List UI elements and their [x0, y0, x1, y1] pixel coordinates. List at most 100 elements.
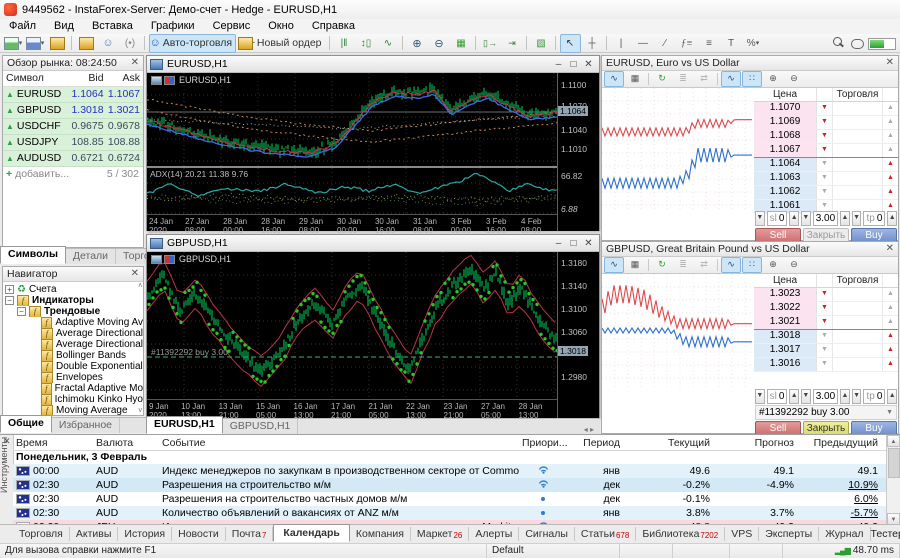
calendar-scrollbar[interactable]: ▲ ▼	[886, 435, 900, 525]
tree-item-indicator[interactable]: fEnvelopes	[5, 372, 143, 383]
text-tool-button[interactable]: T	[721, 34, 742, 53]
bottom-tab-assets[interactable]: Активы	[70, 527, 119, 541]
close-icon[interactable]: ✕	[581, 238, 596, 249]
sl-down-button[interactable]: ▼	[755, 389, 765, 404]
tree-item-indicator[interactable]: fFractal Adaptive Mo	[5, 383, 143, 394]
bid-row[interactable]: 1.1064▼▲	[754, 158, 898, 172]
bottom-tab-news[interactable]: Новости	[172, 527, 226, 541]
scroll-up-icon[interactable]: ▲	[887, 435, 900, 447]
tree-item-indicator[interactable]: fBollinger Bands	[5, 350, 143, 361]
sl-field[interactable]: sl0	[767, 389, 788, 404]
bid-row[interactable]: 1.1063▼▲	[754, 172, 898, 186]
collapse-icon[interactable]: −	[17, 307, 26, 316]
auto-trading-button[interactable]: ☺Авто-торговля	[149, 34, 237, 53]
orders-button[interactable]: ⇄	[694, 71, 714, 87]
scroll-thumb[interactable]	[888, 448, 900, 478]
history-center-button[interactable]	[47, 34, 68, 53]
close-icon[interactable]: ✕	[581, 59, 596, 70]
up-chevron-icon[interactable]: ▲	[883, 130, 898, 143]
close-icon[interactable]: ✕	[131, 56, 139, 70]
bottom-tab-market[interactable]: Маркет26	[411, 527, 469, 541]
buy-chevron-icon[interactable]: ▲	[883, 344, 898, 357]
table-mode-button[interactable]: ▦	[625, 257, 645, 273]
eurusd-tick-chart[interactable]	[602, 88, 754, 210]
gbpusd-tick-chart[interactable]	[602, 274, 754, 387]
payments-button[interactable]	[76, 34, 97, 53]
tab-favorites[interactable]: Избранное	[52, 418, 120, 433]
market-watch-row-usdchf[interactable]: ▲USDCHF 0.9675 0.9678	[3, 119, 143, 135]
zoom-in-button[interactable]: ⊕	[763, 71, 783, 87]
bar-chart-button[interactable]: |‖	[334, 34, 355, 53]
collapse-icon[interactable]: −	[5, 296, 14, 305]
bottom-tab-experts[interactable]: Эксперты	[759, 527, 819, 541]
ask-row[interactable]: 1.1068▼▲	[754, 130, 898, 144]
depth-button[interactable]: ≣	[673, 257, 693, 273]
maximize-icon[interactable]: □	[566, 59, 581, 70]
bottom-tab-codebase[interactable]: Библиотека7202	[636, 527, 725, 541]
up-chevron-icon[interactable]: ▲	[883, 288, 898, 301]
sounds-button[interactable]: (•)	[120, 34, 141, 53]
market-watch-row-audusd[interactable]: ▲AUDUSD 0.6721 0.6724	[3, 151, 143, 167]
calendar-row[interactable]: 02:30 AUD Разрешения на строительство м/…	[13, 478, 886, 492]
strategy-tester-label[interactable]: Тестер стратегий	[871, 528, 900, 540]
trade-cell[interactable]	[833, 158, 883, 171]
menu-charts[interactable]: Графики	[142, 19, 204, 34]
bottom-tab-company[interactable]: Компания	[350, 527, 411, 541]
tree-item-indicator[interactable]: fIchimoku Kinko Hyo	[5, 394, 143, 405]
orders-button[interactable]: ⇄	[694, 257, 714, 273]
col-event[interactable]: Событие	[159, 436, 519, 450]
close-icon[interactable]: ✕	[131, 267, 139, 281]
trade-cell[interactable]	[833, 316, 883, 329]
refresh-button[interactable]: ↻	[652, 257, 672, 273]
down-chevron-icon[interactable]: ▼	[817, 172, 833, 185]
tp-up-button[interactable]: ▲	[887, 389, 897, 404]
menu-help[interactable]: Справка	[303, 19, 364, 34]
trade-cell[interactable]	[833, 302, 883, 315]
volume-down-button[interactable]: ▼	[801, 389, 811, 404]
bottom-tab-articles[interactable]: Статьи678	[575, 527, 636, 541]
col-forecast[interactable]: Прогноз	[713, 436, 797, 450]
tick-chart-button[interactable]: ∿	[721, 257, 741, 273]
tree-item-indicator[interactable]: fAverage Directional	[5, 339, 143, 350]
sell-chevron-icon[interactable]: ▼	[817, 116, 833, 129]
chat-button[interactable]	[851, 39, 864, 52]
table-mode-button[interactable]: ▦	[625, 71, 645, 87]
line-chart-button[interactable]: ∿	[378, 34, 399, 53]
tick-chart-button[interactable]: ∿	[721, 71, 741, 87]
bottom-tab-calendar[interactable]: Календарь	[273, 524, 349, 542]
crosshair-button[interactable]: ┼	[582, 34, 603, 53]
volume-down-button[interactable]: ▼	[801, 211, 811, 226]
tree-item-indicator[interactable]: fAverage Directional	[5, 328, 143, 339]
sell-chevron-icon[interactable]: ▼	[817, 302, 833, 315]
trade-cell[interactable]	[833, 186, 883, 199]
refresh-button[interactable]: ↻	[652, 71, 672, 87]
col-time[interactable]: Время	[13, 436, 93, 450]
menu-window[interactable]: Окно	[259, 19, 303, 34]
col-actual[interactable]: Текущий	[623, 436, 713, 450]
down-chevron-icon[interactable]: ▼	[817, 358, 833, 371]
sl-down-button[interactable]: ▼	[755, 211, 765, 226]
market-watch-row-gbpusd[interactable]: ▲GBPUSD 1.3018 1.3021	[3, 103, 143, 119]
volume-up-button[interactable]: ▲	[840, 211, 850, 226]
minimize-icon[interactable]: –	[551, 59, 566, 70]
scroll-up-icon[interactable]: ʌ	[139, 282, 143, 289]
tab-details[interactable]: Детали	[66, 249, 116, 264]
profiles-button[interactable]: ▾	[25, 34, 46, 53]
trade-cell[interactable]	[833, 130, 883, 143]
col-previous[interactable]: Предыдущий	[797, 436, 881, 450]
sell-chevron-icon[interactable]: ▼	[817, 316, 833, 329]
col-currency[interactable]: Валюта	[93, 436, 159, 450]
volume-field[interactable]: 3.00	[813, 211, 838, 226]
trade-cell[interactable]	[833, 116, 883, 129]
calendar-row[interactable]: 02:30 AUD Разрешения на строительство ча…	[13, 492, 886, 506]
channels-button[interactable]: ≡	[699, 34, 720, 53]
trade-cell[interactable]	[833, 288, 883, 301]
bid-row[interactable]: 1.3018▼▲	[754, 330, 898, 344]
down-chevron-icon[interactable]: ▼	[817, 344, 833, 357]
bottom-tab-trade[interactable]: Торговля	[13, 527, 70, 541]
ask-row[interactable]: 1.3021▼▲	[754, 316, 898, 330]
shapes-button[interactable]: %▾	[743, 34, 764, 53]
ask-column-header[interactable]: Ask	[107, 71, 143, 86]
tp-field[interactable]: tp0	[863, 389, 885, 404]
minimize-icon[interactable]: –	[551, 238, 566, 249]
